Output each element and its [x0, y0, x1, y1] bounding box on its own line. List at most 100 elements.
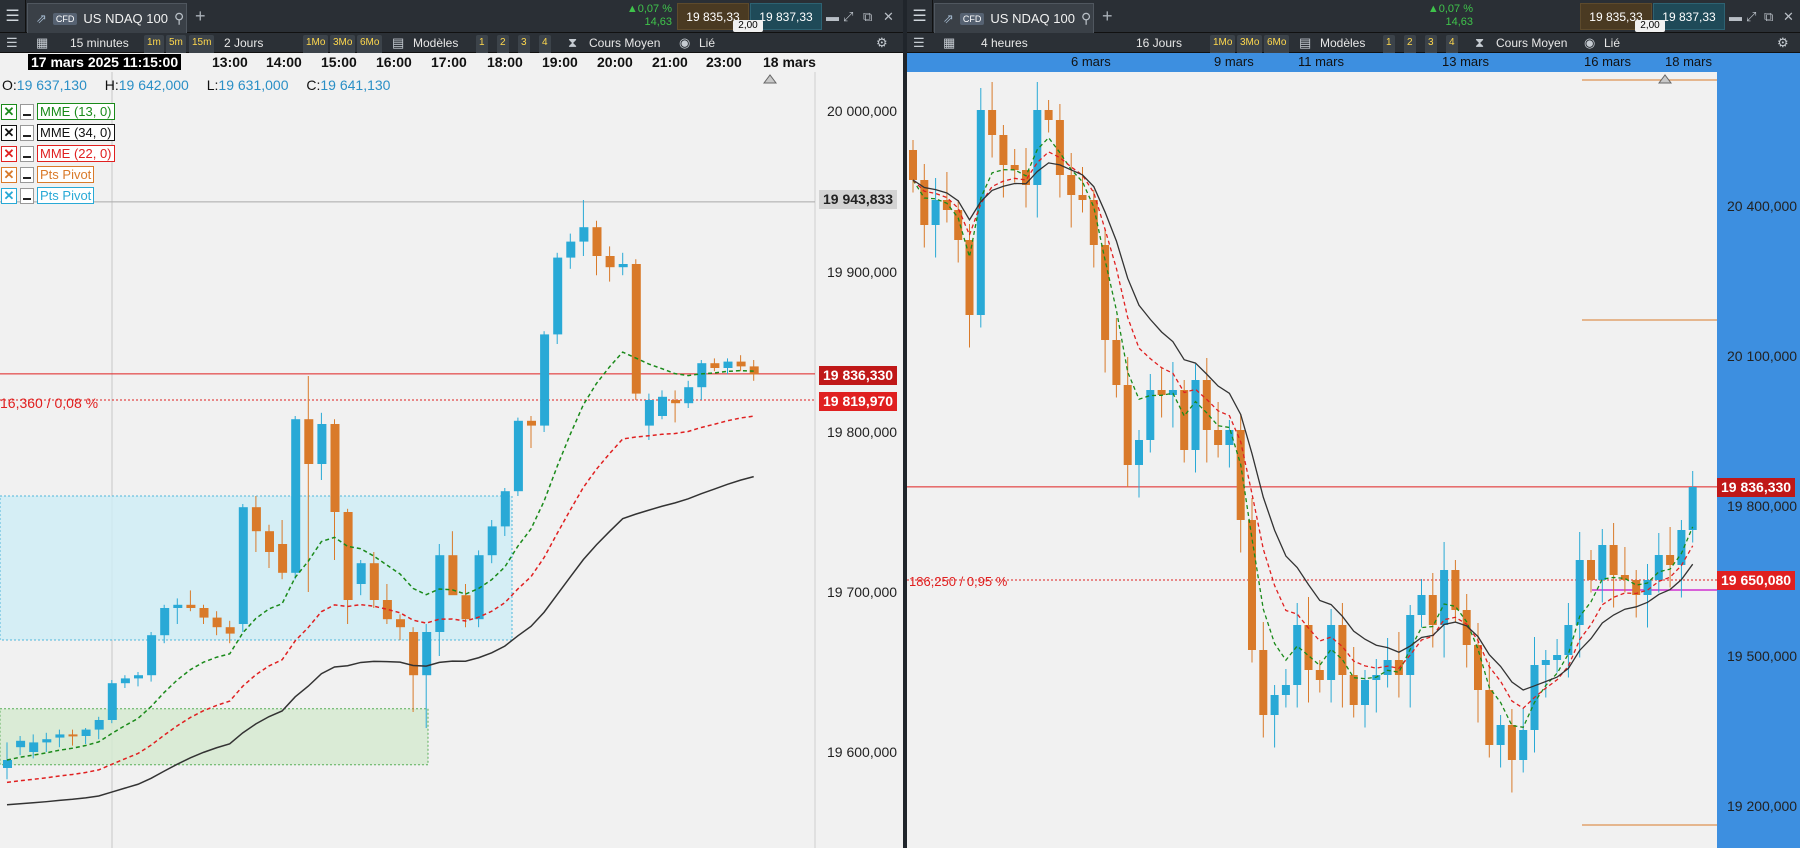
remove-indicator-icon[interactable]: ✕ — [1, 187, 17, 204]
candle-body — [999, 135, 1008, 165]
candle-body — [631, 264, 641, 394]
candle-body — [1270, 695, 1279, 715]
candle-body — [566, 241, 576, 258]
candle-body — [1146, 390, 1155, 440]
candle-body — [409, 632, 419, 676]
legend-item[interactable]: ✕ MME (13, 0) — [1, 101, 115, 122]
candle-body — [42, 739, 52, 743]
open-value: 19 637,130 — [16, 77, 87, 93]
price-tick: 20 100,000 — [1727, 348, 1798, 364]
legend-label[interactable]: MME (13, 0) — [37, 103, 115, 120]
line-style-icon[interactable] — [20, 124, 34, 141]
candle-body — [68, 734, 78, 737]
change-note: 186,250 / 0,95 % — [909, 574, 1008, 589]
left-chart-canvas[interactable] — [0, 0, 903, 848]
remove-indicator-icon[interactable]: ✕ — [1, 145, 17, 162]
candle-body — [909, 150, 917, 180]
legend-item[interactable]: ✕ Pts Pivot — [1, 164, 115, 185]
remove-indicator-icon[interactable]: ✕ — [1, 124, 17, 141]
candle-body — [107, 683, 117, 720]
candle-body — [671, 400, 681, 404]
candle-body — [942, 200, 951, 210]
candle-body — [487, 526, 497, 556]
candle-body — [1553, 655, 1562, 660]
candle-body — [1078, 195, 1087, 200]
legend-item[interactable]: ✕ MME (22, 0) — [1, 143, 115, 164]
candle-body — [1688, 487, 1697, 530]
candle-body — [540, 334, 550, 426]
candle-body — [527, 420, 536, 426]
candle-body — [1564, 625, 1573, 655]
candle-body — [1632, 580, 1641, 595]
line-style-icon[interactable] — [20, 166, 34, 183]
candle-body — [173, 604, 183, 608]
candle-body — [513, 420, 523, 492]
remove-indicator-icon[interactable]: ✕ — [1, 103, 17, 120]
legend-label[interactable]: MME (22, 0) — [37, 145, 115, 162]
candle-body — [461, 595, 471, 620]
line-style-icon[interactable] — [20, 187, 34, 204]
candle-body — [1180, 390, 1189, 450]
candle-body — [94, 720, 104, 730]
candle-body — [304, 419, 314, 464]
low-label: L: — [206, 77, 219, 93]
candle-body — [1022, 170, 1030, 185]
legend-item[interactable]: ✕ MME (34, 0) — [1, 122, 115, 143]
line-style-icon[interactable] — [20, 145, 34, 162]
change-note: 16,360 / 0,08 % — [0, 395, 99, 411]
close-label: C: — [306, 77, 321, 93]
candle-body — [1248, 520, 1256, 650]
right-chart-canvas[interactable] — [907, 0, 1800, 848]
price-tick: 19 700,000 — [827, 584, 898, 600]
candle-body — [965, 240, 974, 315]
ema13-line — [912, 136, 1694, 729]
candle-body — [317, 424, 327, 464]
legend-item[interactable]: ✕ Pts Pivot — [1, 185, 115, 206]
remove-indicator-icon[interactable]: ✕ — [1, 166, 17, 183]
price-tick: 19 800,000 — [827, 424, 898, 440]
candle-body — [500, 491, 510, 527]
candle-body — [1496, 725, 1505, 745]
reference-price-tag: 19 819,970 — [819, 392, 898, 411]
candle-body — [1666, 555, 1675, 565]
candle-body — [81, 729, 91, 736]
candle-body — [1293, 625, 1302, 685]
legend-label[interactable]: Pts Pivot — [37, 187, 95, 204]
candle-body — [212, 617, 222, 628]
current-price-tag: 19 836,330 — [819, 366, 898, 385]
candle-body — [1361, 680, 1369, 705]
legend-label[interactable]: Pts Pivot — [37, 166, 95, 183]
line-style-icon[interactable] — [20, 103, 34, 120]
high-level-tag: 19 943,833 — [819, 190, 898, 209]
candle-body — [1519, 730, 1528, 760]
candle-body — [1123, 385, 1132, 465]
candle-body — [330, 424, 340, 512]
candle-body — [1541, 660, 1550, 665]
candle-body — [1112, 340, 1121, 385]
right-chart-panel: ☰ ⇗ CFD US NDAQ 100 ⚲ + ▲0,07 % 14,63 19… — [907, 0, 1800, 848]
close-value: 19 641,130 — [320, 77, 391, 93]
candle-body — [553, 257, 563, 335]
candle-body — [1451, 570, 1460, 610]
candle-body — [147, 635, 157, 676]
reference-price-tag: 19 650,080 — [1717, 571, 1796, 590]
candle-body — [422, 632, 432, 676]
candle-body — [605, 256, 615, 268]
legend-label[interactable]: MME (34, 0) — [37, 124, 115, 141]
candle-body — [16, 740, 26, 748]
candle-body — [55, 734, 65, 738]
candle-body — [1135, 440, 1143, 465]
candle-body — [225, 627, 235, 634]
candle-body — [1202, 380, 1211, 430]
candle-body — [723, 361, 733, 368]
price-tick: 19 200,000 — [1727, 798, 1798, 814]
candle-body — [291, 419, 301, 573]
candle-body — [684, 387, 694, 404]
candle-body — [1587, 560, 1595, 580]
candle-body — [736, 361, 746, 367]
candle-body — [1598, 545, 1607, 580]
low-value: 19 631,000 — [218, 77, 289, 93]
candle-body — [618, 264, 628, 268]
price-tick: 19 900,000 — [827, 264, 898, 280]
candle-body — [356, 563, 366, 584]
